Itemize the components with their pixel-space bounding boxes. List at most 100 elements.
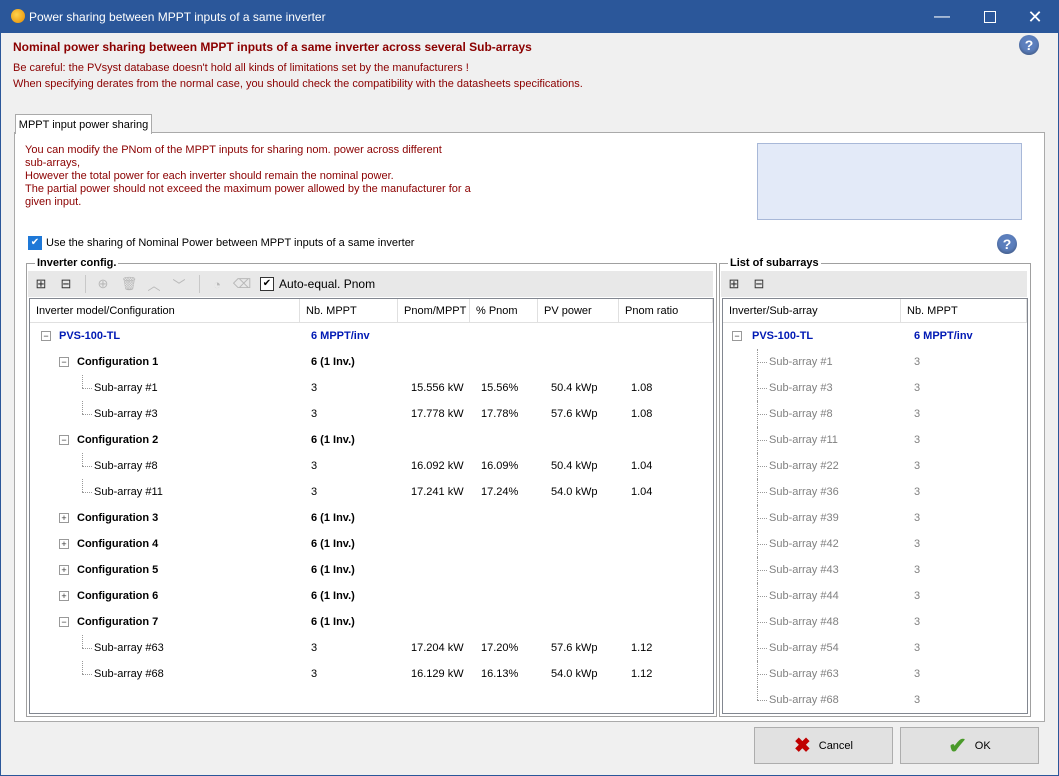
info-line: You can modify the PNom of the MPPT inpu… [25,144,442,156]
list-item[interactable]: Sub-array #63 3 [723,661,1027,687]
tree-expander[interactable]: + [59,591,69,601]
info-line: sub-arrays, [25,157,81,169]
column-header[interactable]: Nb. MPPT [901,299,1027,323]
use-sharing-row[interactable]: ✔ Use the sharing of Nominal Power betwe… [28,236,414,250]
row-pct-pnom: 15.56% [481,382,519,394]
row-nb-mppt: 6 (1 Inv.) [311,512,355,524]
table-row[interactable]: Sub-array #63 3 17.204 kW 17.20% 57.6 kWp 1.1… [30,635,713,661]
title-bar[interactable]: Power sharing between MPPT inputs of a s… [1,1,1058,33]
tree-expander[interactable]: + [59,539,69,549]
row-pnom-mppt[interactable]: 17.241 kW [411,479,464,505]
cancel-button[interactable]: ✖ Cancel [754,727,893,764]
list-item[interactable]: Sub-array #11 3 [723,427,1027,453]
list-item[interactable]: Sub-array #3 3 [723,375,1027,401]
toolbar-separator [85,275,86,293]
trash-icon[interactable]: 🗑 [121,276,138,292]
list-item[interactable]: − PVS-100-TL 6 MPPT/inv [723,323,1027,349]
tree-expander[interactable]: − [59,435,69,445]
row-pct-pnom: 16.09% [481,460,519,472]
list-item[interactable]: Sub-array #44 3 [723,583,1027,609]
column-header[interactable]: PV power [538,299,619,323]
collapse-all-icon[interactable]: ⊟ [751,276,767,292]
table-row[interactable]: Sub-array #68 3 16.129 kW 16.13% 54.0 kWp 1.1… [30,661,713,687]
table-row[interactable]: Sub-array #11 3 17.241 kW 17.24% 54.0 kWp 1.0… [30,479,713,505]
row-pnom-mppt[interactable]: 16.092 kW [411,453,464,479]
row-name: Sub-array #42 [769,538,839,550]
tab-mppt-input-power-sharing[interactable]: MPPT input power sharing [15,114,152,134]
list-item[interactable]: Sub-array #54 3 [723,635,1027,661]
list-item[interactable]: Sub-array #1 3 [723,349,1027,375]
list-item[interactable]: Sub-array #39 3 [723,505,1027,531]
list-item[interactable]: Sub-array #42 3 [723,531,1027,557]
collapse-all-icon[interactable]: ⊟ [58,276,74,292]
table-row[interactable]: + Configuration 4 6 (1 Inv.) [30,531,713,557]
ok-button[interactable]: ✔ OK [900,727,1039,764]
gauge-icon[interactable]: ◔ [209,276,225,292]
row-pct-pnom: 17.24% [481,486,519,498]
tree-line [82,414,92,415]
info-line: The partial power should not exceed the … [25,183,471,195]
table-row[interactable]: + Configuration 3 6 (1 Inv.) [30,505,713,531]
add-icon[interactable]: ⊕ [95,276,111,292]
tree-line [82,453,83,466]
row-pnom-mppt[interactable]: 15.556 kW [411,375,464,401]
expand-all-icon[interactable]: ⊞ [33,276,49,292]
list-item[interactable]: Sub-array #43 3 [723,557,1027,583]
row-nb-mppt: 6 (1 Inv.) [311,434,355,446]
list-item[interactable]: Sub-array #8 3 [723,401,1027,427]
list-item[interactable]: Sub-array #36 3 [723,479,1027,505]
tree-expander[interactable]: − [41,331,51,341]
table-row[interactable]: − Configuration 7 6 (1 Inv.) [30,609,713,635]
table-row[interactable]: − Configuration 2 6 (1 Inv.) [30,427,713,453]
maximize-button[interactable] [967,1,1013,33]
close-button[interactable]: ✕ [1012,1,1058,33]
arrow-down-icon[interactable]: ﹀ [171,276,187,293]
row-name: Configuration 3 [77,512,159,524]
help-icon[interactable]: ? [997,234,1017,254]
table-row[interactable]: + Configuration 5 6 (1 Inv.) [30,557,713,583]
cancel-icon: ✖ [793,735,811,757]
row-name: Configuration 1 [77,356,159,368]
table-row[interactable]: Sub-array #3 3 17.778 kW 17.78% 57.6 kWp 1.08 [30,401,713,427]
auto-equal-checkbox[interactable]: ✔ [260,277,274,291]
tree-expander[interactable]: − [59,617,69,627]
list-item[interactable]: Sub-array #48 3 [723,609,1027,635]
row-pnom-mppt[interactable]: 17.778 kW [411,401,464,427]
help-icon[interactable]: ? [1019,35,1039,55]
warning-line-2: When specifying derates from the normal … [13,78,583,90]
table-row[interactable]: − Configuration 1 6 (1 Inv.) [30,349,713,375]
table-row[interactable]: + Configuration 6 6 (1 Inv.) [30,583,713,609]
inverter-config-tree[interactable]: Inverter model/Configuration Nb. MPPT Pnom… [29,298,714,714]
eraser-icon[interactable]: ⌫ [233,276,251,292]
row-name: Sub-array #1 [769,356,833,368]
table-row[interactable]: Sub-array #1 3 15.556 kW 15.56% 50.4 kWp 1.08 [30,375,713,401]
tree-line [82,401,83,414]
row-pv-power: 57.6 kWp [551,642,598,654]
subarrays-tree[interactable]: Inverter/Sub-array Nb. MPPT − PVS-100-TL 6 M… [722,298,1028,714]
column-header[interactable]: Inverter model/Configuration [30,299,300,323]
column-header[interactable]: Pnom ratio [619,299,713,323]
row-pnom-mppt[interactable]: 16.129 kW [411,661,464,687]
column-header[interactable]: Inverter/Sub-array [723,299,901,323]
expand-all-icon[interactable]: ⊞ [726,276,742,292]
list-item[interactable]: Sub-array #22 3 [723,453,1027,479]
tree-expander[interactable]: − [59,357,69,367]
arrow-up-icon[interactable]: ︿ [146,276,162,293]
row-pnom-ratio: 1.04 [631,460,653,472]
column-header[interactable]: Nb. MPPT [300,299,398,323]
table-row[interactable]: Sub-array #8 3 16.092 kW 16.09% 50.4 kWp 1.04 [30,453,713,479]
use-sharing-checkbox[interactable]: ✔ [28,236,42,250]
tree-expander[interactable]: + [59,513,69,523]
row-pnom-ratio: 1.04 [631,486,653,498]
column-header[interactable]: % Pnom [470,299,538,323]
row-pv-power: 54.0 kWp [551,668,598,680]
minimize-button[interactable]: — [919,1,965,33]
row-pnom-mppt[interactable]: 17.204 kW [411,635,464,661]
table-row[interactable]: − PVS-100-TL 6 MPPT/inv [30,323,713,349]
subarrays-toolbar: ⊞ ⊟ [721,271,1027,297]
tree-expander[interactable]: − [732,331,742,341]
row-nb-mppt: 3 [311,668,318,680]
column-header[interactable]: Pnom/MPPT [398,299,470,323]
list-item[interactable]: Sub-array #68 3 [723,687,1027,713]
tree-expander[interactable]: + [59,565,69,575]
